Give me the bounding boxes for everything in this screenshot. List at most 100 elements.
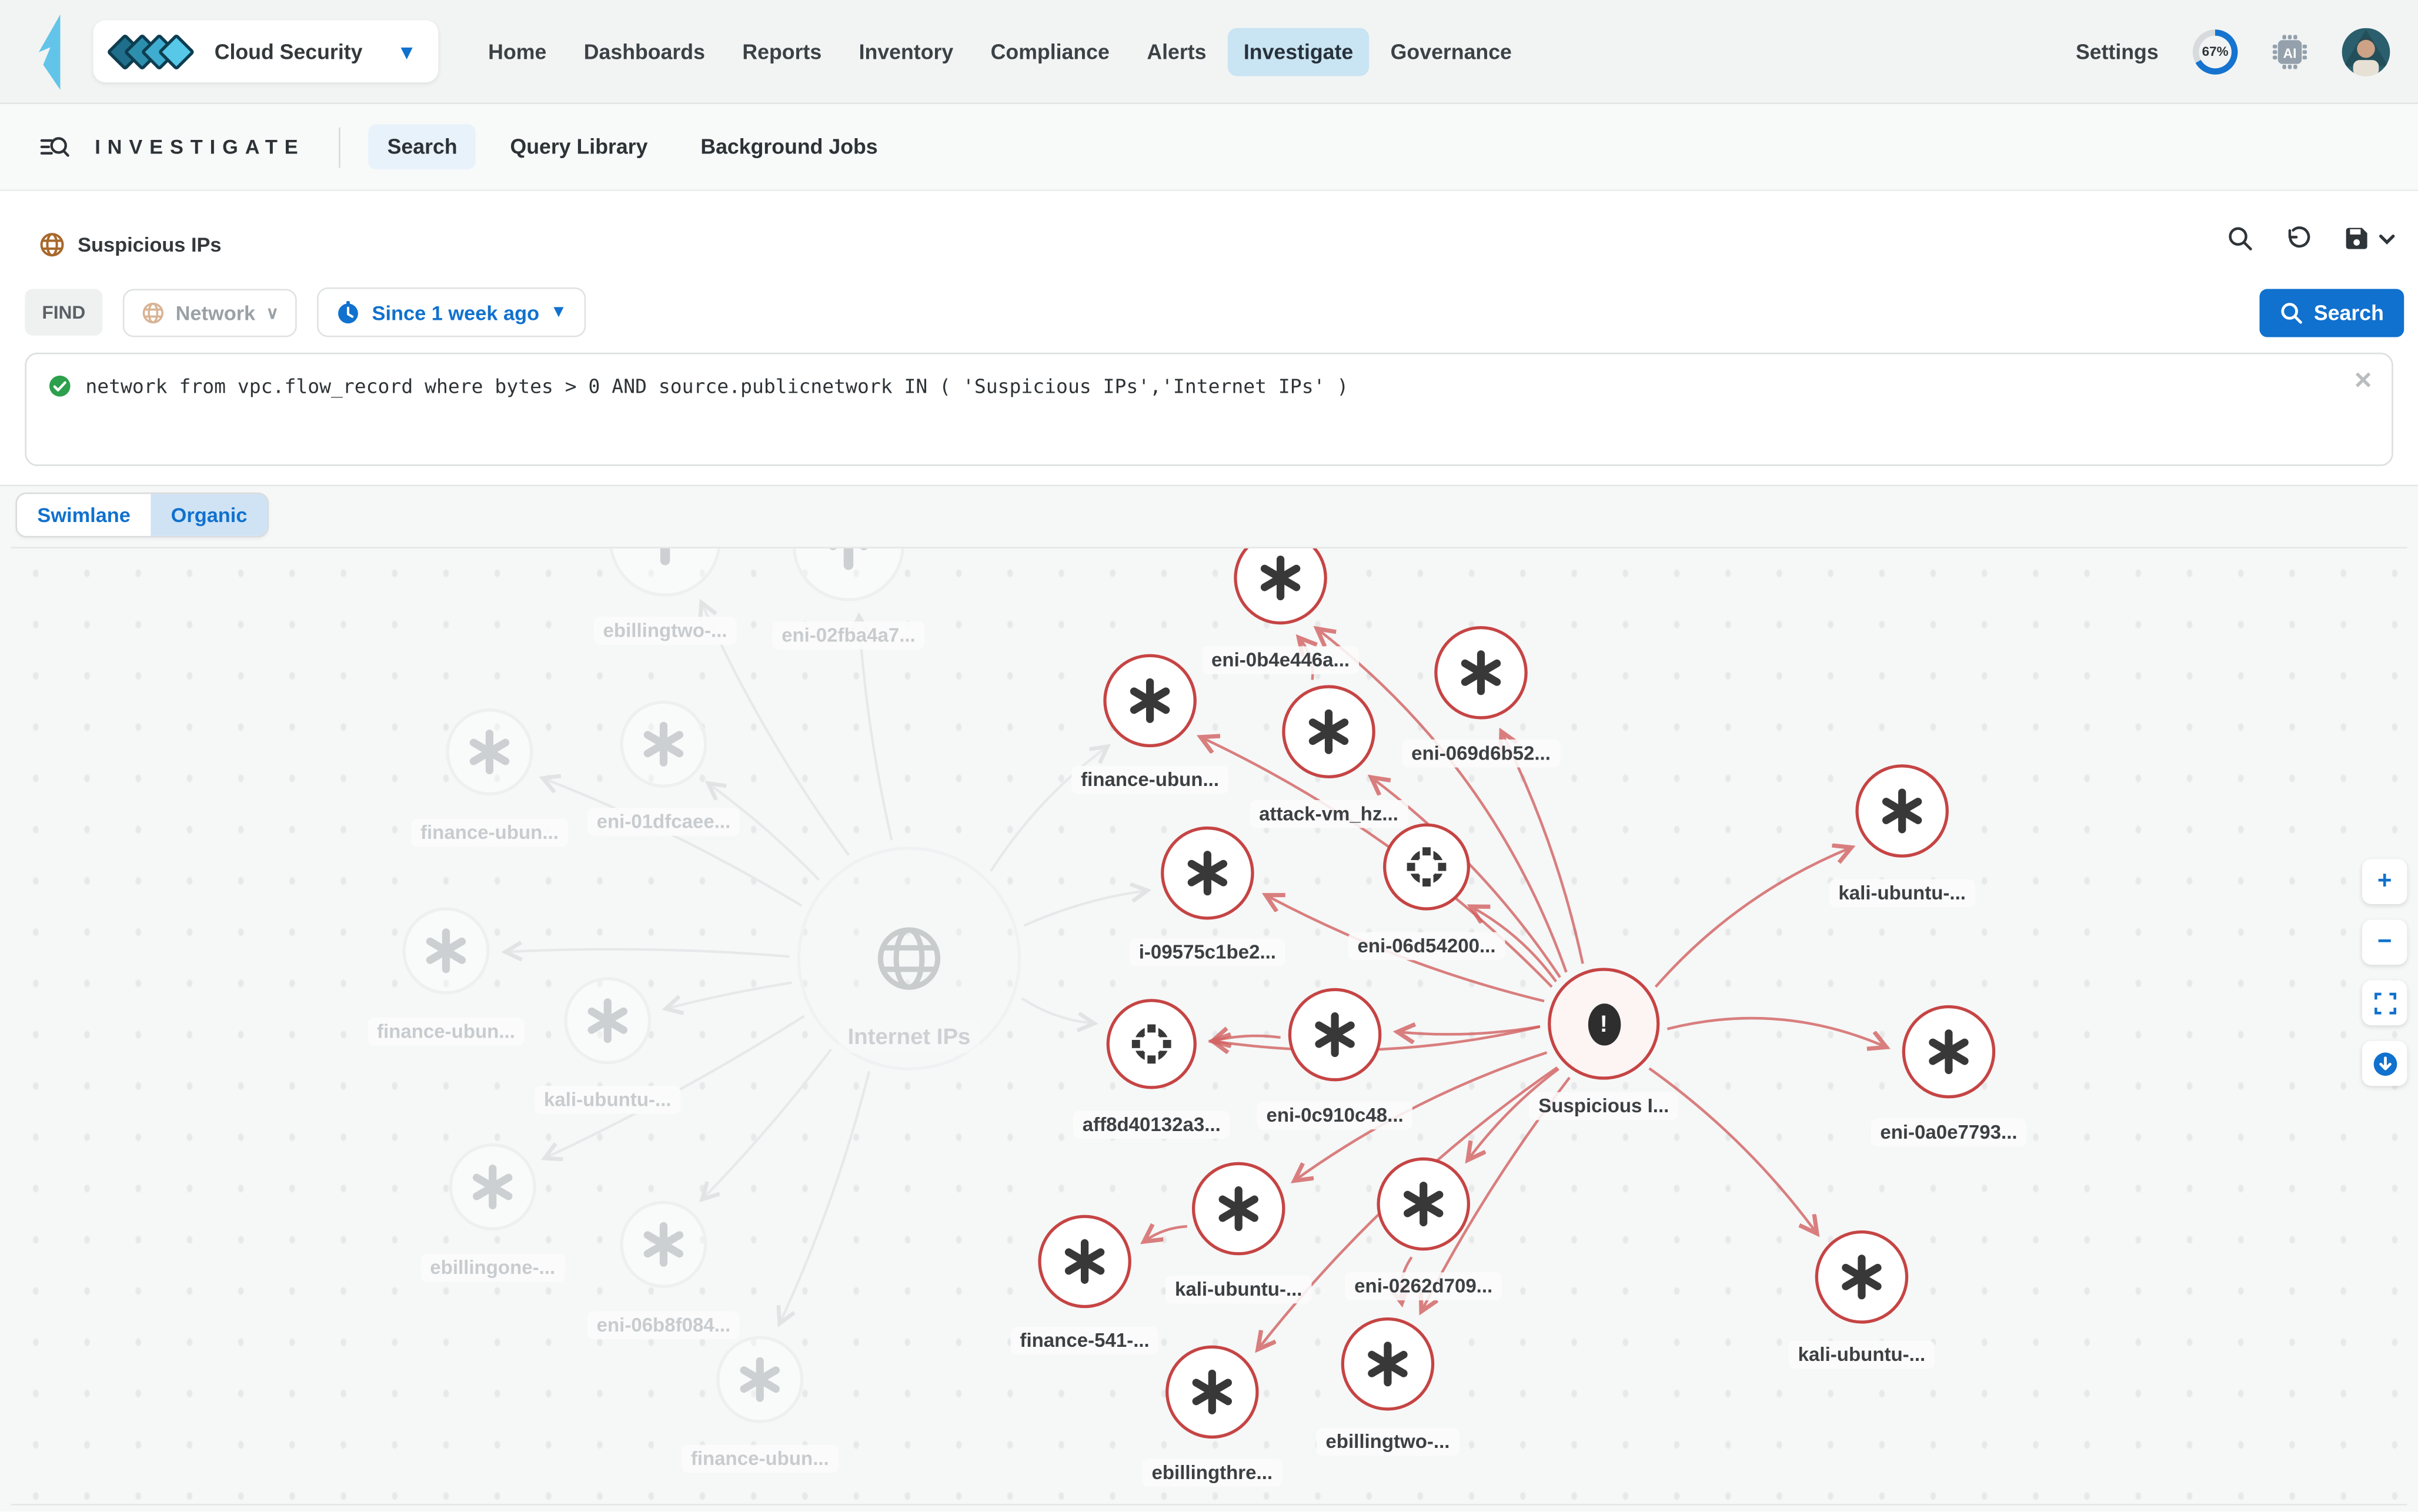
graph-zoom-controls: + − — [2362, 859, 2407, 1086]
graph-node-label-fin541[interactable]: finance-541-... — [1011, 1327, 1159, 1355]
graph-node-kaliBR[interactable] — [1815, 1230, 1909, 1324]
subtab-background-jobs[interactable]: Background Jobs — [682, 124, 897, 169]
ai-copilot-icon[interactable]: AI — [2272, 34, 2308, 69]
asterisk-icon — [1215, 1185, 1262, 1232]
graph-node-label-ebtwoT[interactable]: ebillingtwo-... — [594, 617, 737, 645]
graph-node-attack[interactable] — [1282, 685, 1375, 778]
nav-item-investigate[interactable]: Investigate — [1228, 27, 1368, 75]
nav-item-home[interactable]: Home — [473, 27, 562, 75]
graph-node-finubun[interactable] — [1103, 654, 1197, 748]
nav-item-reports[interactable]: Reports — [727, 27, 837, 75]
progress-value: 67% — [2199, 35, 2231, 67]
graph-node-label-hub[interactable]: Internet IPs — [839, 1022, 980, 1053]
graph-node-label-eni0b4e[interactable]: eni-0b4e446a... — [1202, 646, 1359, 674]
graph-node-eni0262[interactable] — [1377, 1158, 1470, 1251]
fullscreen-icon — [2374, 992, 2396, 1013]
entity-type-dropdown[interactable]: Network ∨ — [123, 288, 298, 336]
graph-node-finL2[interactable] — [402, 907, 489, 994]
zoom-in-button[interactable]: + — [2362, 859, 2407, 904]
graph-node-eni0a0[interactable] — [1902, 1005, 1996, 1099]
graph-node-label-ebtwoB[interactable]: ebillingtwo-... — [1317, 1428, 1460, 1456]
graph-node-eni01d[interactable] — [620, 701, 707, 788]
graph-node-label-eni069[interactable]: eni-069d6b52... — [1402, 740, 1560, 768]
tab-organic[interactable]: Organic — [151, 494, 268, 536]
graph-node-eni069[interactable] — [1434, 626, 1528, 720]
graph-node-fin541[interactable] — [1038, 1215, 1131, 1309]
find-label: FIND — [25, 289, 102, 336]
nav-item-governance[interactable]: Governance — [1375, 27, 1527, 75]
run-search-button[interactable]: Search — [2259, 288, 2404, 336]
org-selector-dropdown[interactable]: Cloud Security ▼ — [93, 20, 439, 82]
graph-node-label-kaliL[interactable]: kali-ubuntu-... — [535, 1086, 680, 1114]
nav-item-compliance[interactable]: Compliance — [975, 27, 1125, 75]
group-icon — [1128, 1021, 1175, 1067]
save-menu-chevron-icon[interactable] — [2377, 229, 2396, 248]
graph-node-label-eni0262[interactable]: eni-0262d709... — [1345, 1272, 1502, 1300]
center-view-button[interactable] — [2362, 1041, 2407, 1086]
asterisk-icon — [1311, 1011, 1358, 1058]
nav-item-inventory[interactable]: Inventory — [843, 27, 968, 75]
graph-node-eni0c9[interactable] — [1288, 988, 1382, 1082]
graph-node-label-eni06d[interactable]: eni-06d54200... — [1348, 932, 1505, 961]
graph-edge — [507, 949, 790, 956]
graph-node-label-ebthre[interactable]: ebillingthre... — [1143, 1459, 1282, 1487]
graph-node-label-ebone[interactable]: ebillingone-... — [420, 1254, 565, 1282]
graph-node-label-i095[interactable]: i-09575c1be2... — [1130, 938, 1285, 966]
time-range-dropdown[interactable]: Since 1 week ago ▼ — [318, 287, 586, 337]
graph-node-ebthre[interactable] — [1165, 1346, 1259, 1439]
graph-node-label-susp[interactable]: Suspicious I... — [1529, 1092, 1678, 1120]
graph-node-label-aff8[interactable]: aff8d40132a3... — [1073, 1111, 1230, 1139]
graph-node-label-finL2[interactable]: finance-ubun... — [368, 1018, 525, 1046]
search-icon[interactable] — [2227, 225, 2253, 252]
tab-swimlane[interactable]: Swimlane — [17, 494, 151, 536]
query-text[interactable]: network from vpc.flow_record where bytes… — [85, 373, 1348, 399]
asterisk-icon — [469, 1163, 516, 1210]
graph-edge — [667, 983, 791, 1009]
graph-node-eni06b[interactable] — [620, 1201, 707, 1288]
graph-node-finB[interactable] — [716, 1336, 803, 1423]
subtab-search[interactable]: Search — [369, 124, 476, 169]
graph-node-i095[interactable] — [1161, 827, 1254, 920]
progress-ring[interactable]: 67% — [2193, 29, 2238, 74]
asterisk-icon — [585, 998, 631, 1044]
graph-node-label-kaliBR[interactable]: kali-ubuntu-... — [1789, 1341, 1935, 1369]
graph-node-eni06d[interactable] — [1383, 824, 1470, 911]
graph-node-label-kaliBM[interactable]: kali-ubuntu-... — [1165, 1276, 1311, 1304]
network-graph-canvas[interactable]: ! Suspicious I... Internet IPs eni-0b4e44… — [11, 547, 2407, 1506]
graph-node-kaliTR[interactable] — [1855, 764, 1949, 858]
user-avatar[interactable] — [2342, 27, 2390, 75]
graph-node-label-attack[interactable]: attack-vm_hz... — [1250, 800, 1408, 828]
graph-node-ebtwoB[interactable] — [1341, 1317, 1435, 1411]
saved-query-title: Suspicious IPs — [78, 233, 221, 256]
graph-node-aff8[interactable] — [1107, 999, 1197, 1089]
graph-node-label-finubun[interactable]: finance-ubun... — [1071, 766, 1228, 794]
graph-node-label-finL1[interactable]: finance-ubun... — [411, 819, 568, 847]
graph-node-label-eni01d[interactable]: eni-01dfcaee... — [587, 808, 740, 836]
graph-node-label-eni0a0[interactable]: eni-0a0e7793... — [1871, 1119, 2026, 1147]
asterisk-icon — [1400, 1180, 1447, 1227]
graph-node-susp[interactable]: ! — [1548, 968, 1659, 1079]
close-icon[interactable]: ✕ — [2353, 370, 2373, 393]
graph-node-finL1[interactable] — [446, 708, 533, 795]
results-section: Swimlane Organic ! Suspicious I... Intern… — [0, 486, 2418, 1511]
graph-node-label-eni0c9[interactable]: eni-0c910c48... — [1257, 1102, 1413, 1130]
settings-link[interactable]: Settings — [2076, 39, 2159, 63]
graph-node-kaliL[interactable] — [564, 977, 651, 1064]
graph-node-ebone[interactable] — [449, 1143, 536, 1230]
graph-node-label-kaliTR[interactable]: kali-ubuntu-... — [1829, 879, 1975, 908]
nav-item-dashboards[interactable]: Dashboards — [568, 27, 720, 75]
nav-item-alerts[interactable]: Alerts — [1131, 27, 1222, 75]
group-icon — [1403, 844, 1450, 890]
graph-node-kaliBM[interactable] — [1192, 1162, 1285, 1256]
save-icon[interactable] — [2343, 225, 2370, 252]
graph-node-label-eni06b[interactable]: eni-06b8f084... — [587, 1311, 740, 1339]
layout-toggle: Swimlane Organic — [15, 493, 269, 538]
subtab-query-library[interactable]: Query Library — [492, 124, 666, 169]
globe-icon — [873, 923, 945, 995]
zoom-out-button[interactable]: − — [2362, 919, 2407, 965]
undo-icon[interactable] — [2285, 225, 2313, 252]
query-editor[interactable]: network from vpc.flow_record where bytes… — [25, 353, 2393, 466]
graph-node-label-eni02f[interactable]: eni-02fba4a7... — [772, 621, 924, 650]
graph-node-label-finB[interactable]: finance-ubun... — [682, 1445, 839, 1473]
fullscreen-button[interactable] — [2362, 981, 2407, 1026]
